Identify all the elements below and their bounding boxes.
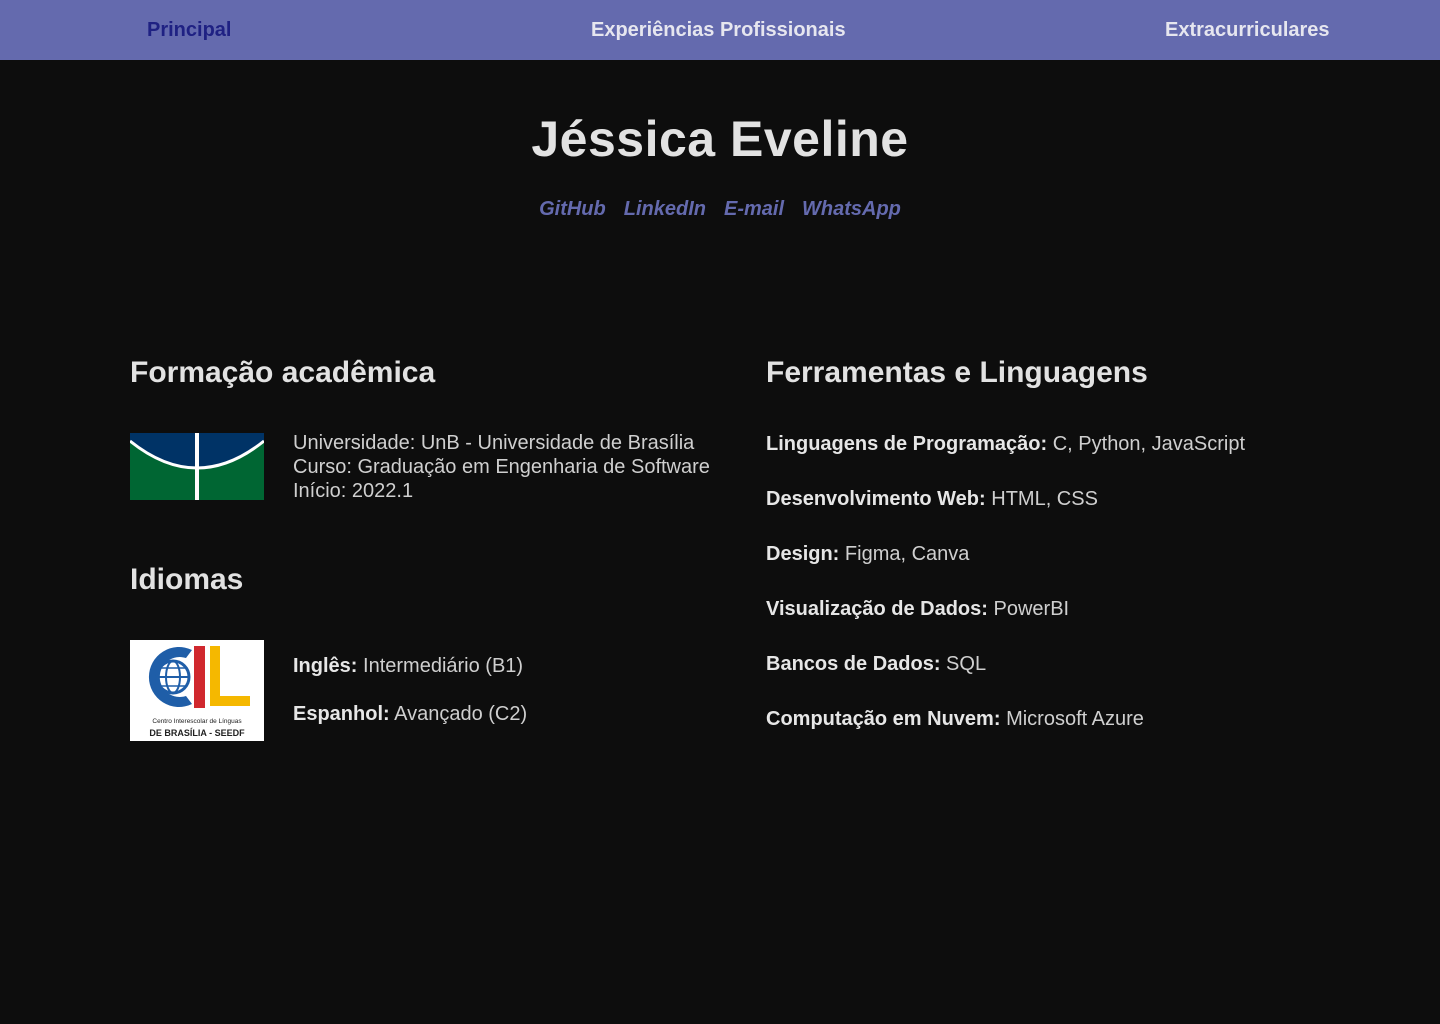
tool-item-databases: Bancos de Dados: SQL — [766, 653, 986, 676]
tool-label: Desenvolvimento Web: — [766, 488, 986, 510]
tool-label: Bancos de Dados: — [766, 653, 941, 675]
cil-logo-text-2: DE BRASÍLIA - SEEDF — [149, 728, 245, 738]
tool-label: Linguagens de Programação: — [766, 433, 1048, 455]
tool-value: HTML, CSS — [991, 488, 1098, 510]
language-label: Espanhol: — [293, 703, 390, 725]
nav-item-principal[interactable]: Principal — [147, 0, 231, 60]
language-item-spanish: Espanhol: Avançado (C2) — [293, 703, 527, 726]
unb-flag-logo — [130, 433, 264, 500]
contact-links: GitHub LinkedIn E-mail WhatsApp — [0, 198, 1440, 221]
tool-item-data-visualization: Visualização de Dados: PowerBI — [766, 598, 1069, 621]
tool-label: Design: — [766, 543, 840, 565]
top-navbar: Principal Experiências Profissionais Ext… — [0, 0, 1440, 60]
tool-value: Figma, Canva — [844, 543, 970, 565]
education-section-title: Formação acadêmica — [130, 356, 436, 389]
language-label: Inglês: — [293, 655, 358, 677]
cil-logo-text-1: Centro Interescolar de Línguas — [152, 718, 242, 725]
tool-item-cloud-computing: Computação em Nuvem: Microsoft Azure — [766, 708, 1144, 731]
whatsapp-link[interactable]: WhatsApp — [802, 198, 901, 221]
profile-name: Jéssica Eveline — [531, 111, 909, 167]
tools-section-title: Ferramentas e Linguagens — [766, 356, 1148, 389]
tool-value: C, Python, JavaScript — [1052, 433, 1246, 455]
linkedin-link[interactable]: LinkedIn — [624, 198, 706, 221]
language-level: Avançado (C2) — [394, 703, 528, 725]
education-course: Curso: Graduação em Engenharia de Softwa… — [293, 456, 710, 478]
email-link[interactable]: E-mail — [724, 198, 784, 221]
education-university: Universidade: UnB - Universidade de Bras… — [293, 432, 695, 454]
github-link[interactable]: GitHub — [539, 198, 606, 221]
tool-value: Microsoft Azure — [1006, 708, 1144, 730]
tool-item-programming-languages: Linguagens de Programação: C, Python, Ja… — [766, 433, 1245, 456]
tool-label: Computação em Nuvem: — [766, 708, 1001, 730]
tool-item-web-development: Desenvolvimento Web: HTML, CSS — [766, 488, 1098, 511]
education-start: Início: 2022.1 — [293, 480, 414, 502]
languages-section-title: Idiomas — [130, 563, 244, 596]
tool-item-design: Design: Figma, Canva — [766, 543, 969, 566]
tool-label: Visualização de Dados: — [766, 598, 988, 620]
cil-logo: Centro Interescolar de Línguas DE BRASÍL… — [130, 640, 264, 741]
education-details: Universidade: UnB - Universidade de Bras… — [293, 431, 710, 503]
language-item-english: Inglês: Intermediário (B1) — [293, 655, 523, 678]
language-level: Intermediário (B1) — [363, 655, 524, 677]
nav-item-experiencias-profissionais[interactable]: Experiências Profissionais — [591, 0, 846, 60]
nav-item-extracurriculares[interactable]: Extracurriculares — [1165, 0, 1330, 60]
tool-value: PowerBI — [993, 598, 1070, 620]
tool-value: SQL — [946, 653, 987, 675]
